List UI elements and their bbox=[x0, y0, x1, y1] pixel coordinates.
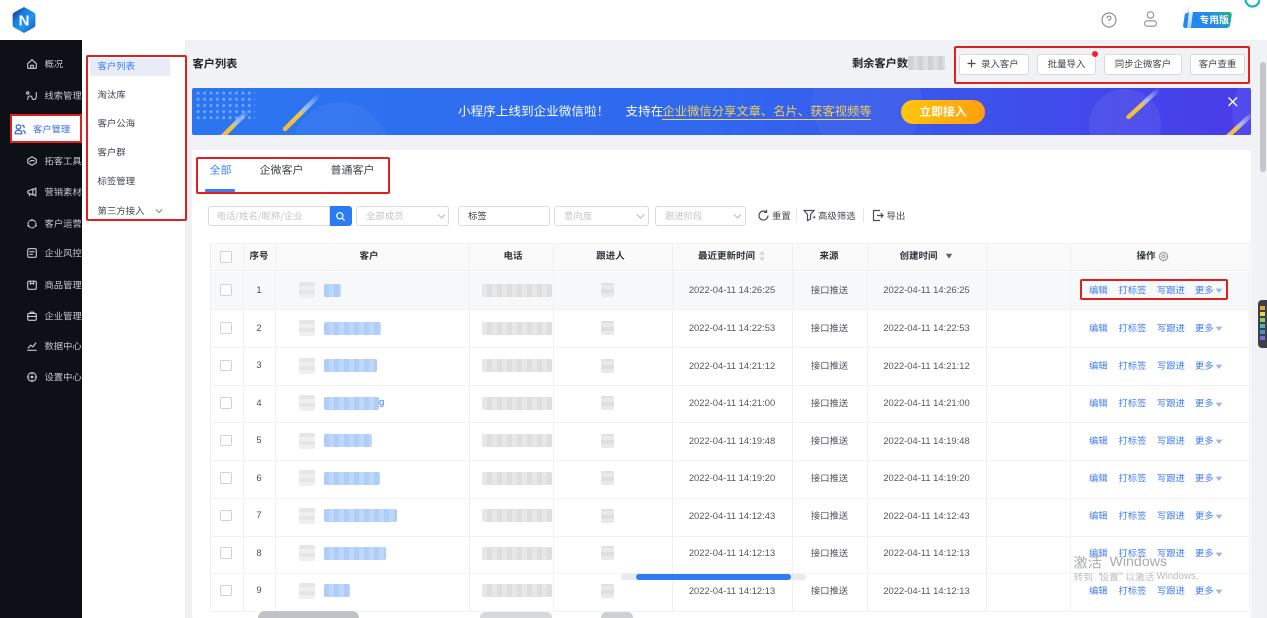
svg-text:N: N bbox=[19, 13, 30, 30]
